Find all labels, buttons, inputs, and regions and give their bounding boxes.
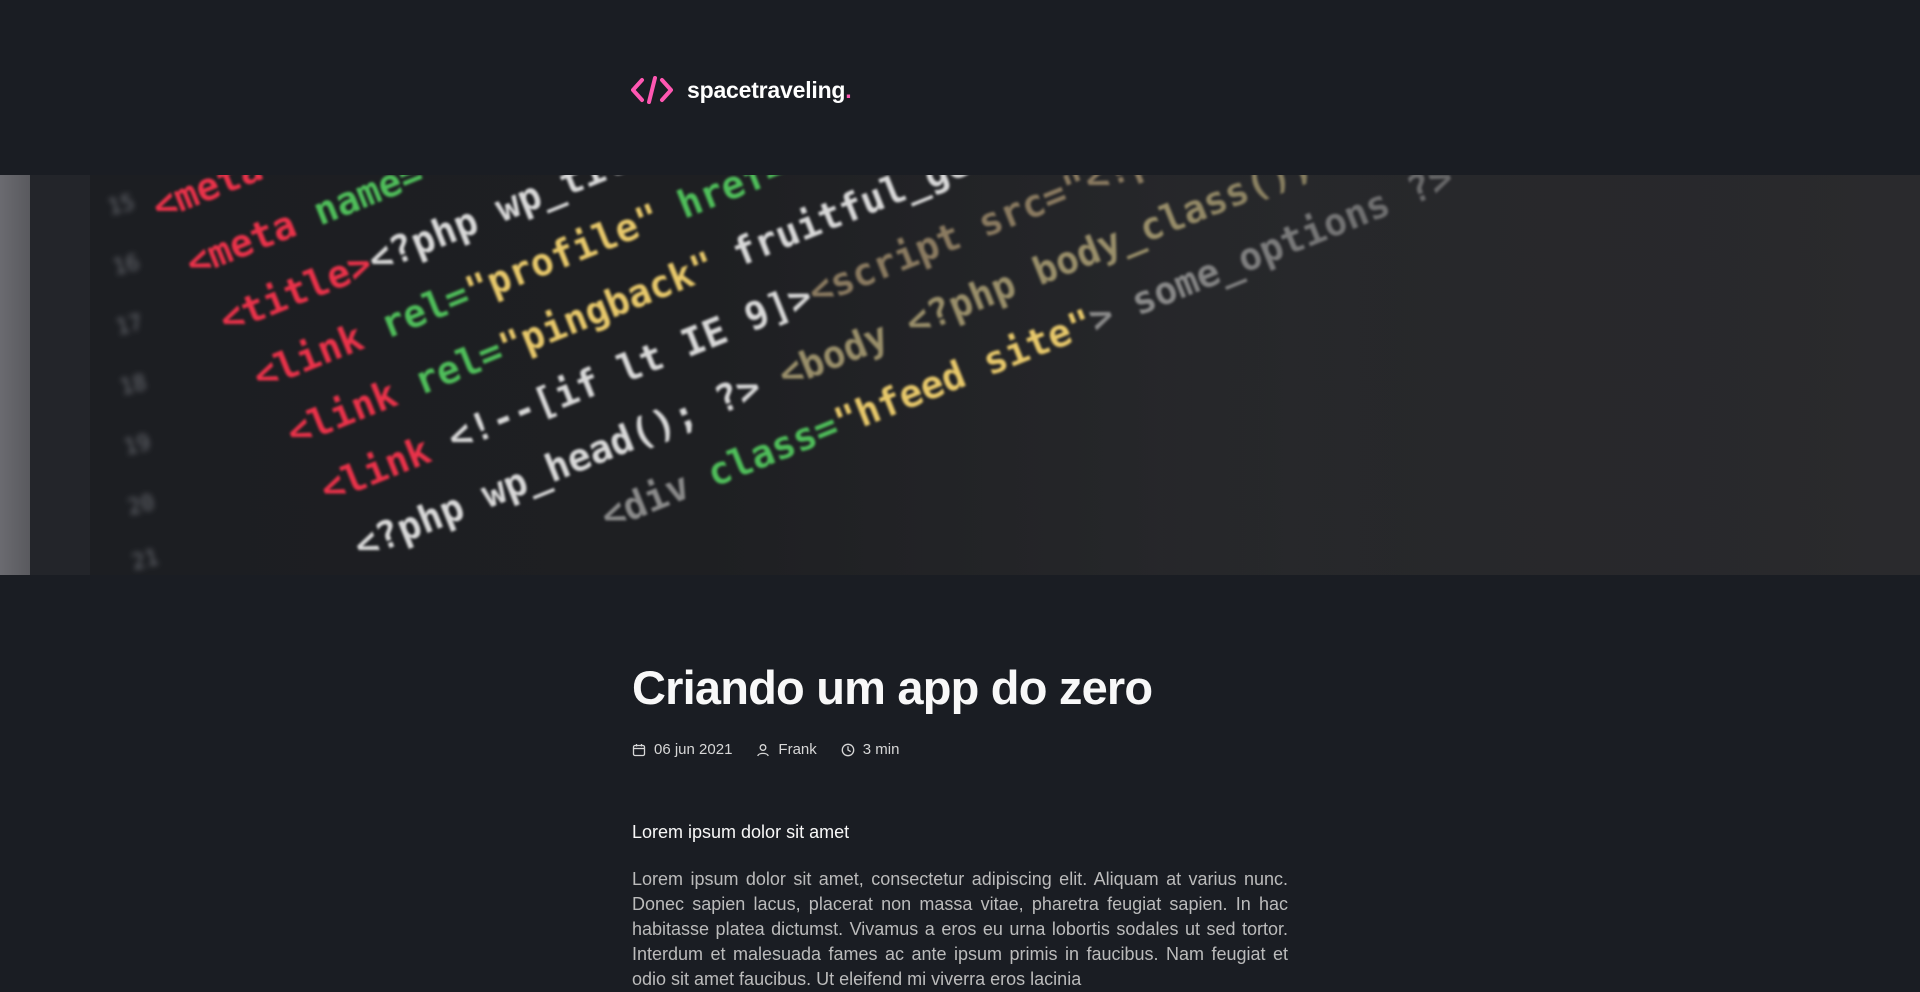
- post-author-text: Frank: [778, 741, 817, 759]
- post-title: Criando um app do zero: [632, 661, 1153, 714]
- banner-image: 15 16 17 18 19 20 21 <meta charset="<?ph…: [0, 175, 1920, 575]
- post-reading-time: 3 min: [841, 741, 900, 759]
- clock-icon: [841, 743, 855, 756]
- section-heading: Lorem ipsum dolor sit amet: [632, 822, 850, 843]
- site-header: spacetraveling.: [0, 0, 1920, 175]
- section-body: Lorem ipsum dolor sit amet, consectetur …: [632, 869, 1288, 990]
- post-date-text: 06 jun 2021: [654, 741, 733, 759]
- logo-dot: .: [845, 76, 852, 103]
- post-meta: 06 jun 2021 Frank 3 min: [632, 741, 1288, 758]
- code-on-screen-image: 15 16 17 18 19 20 21 <meta charset="<?ph…: [0, 175, 1920, 575]
- user-icon: [757, 743, 770, 756]
- post-content: Criando um app do zero 06 jun 2021 Frank: [632, 575, 1288, 992]
- post-reading-time-text: 3 min: [862, 741, 900, 759]
- logo-link[interactable]: spacetraveling.: [631, 74, 852, 106]
- post-date: 06 jun 2021: [632, 741, 732, 758]
- logo-name: spacetraveling: [687, 76, 846, 103]
- code-brackets-icon: [631, 76, 673, 104]
- post-author: Frank: [756, 741, 817, 759]
- calendar-icon: [632, 743, 646, 756]
